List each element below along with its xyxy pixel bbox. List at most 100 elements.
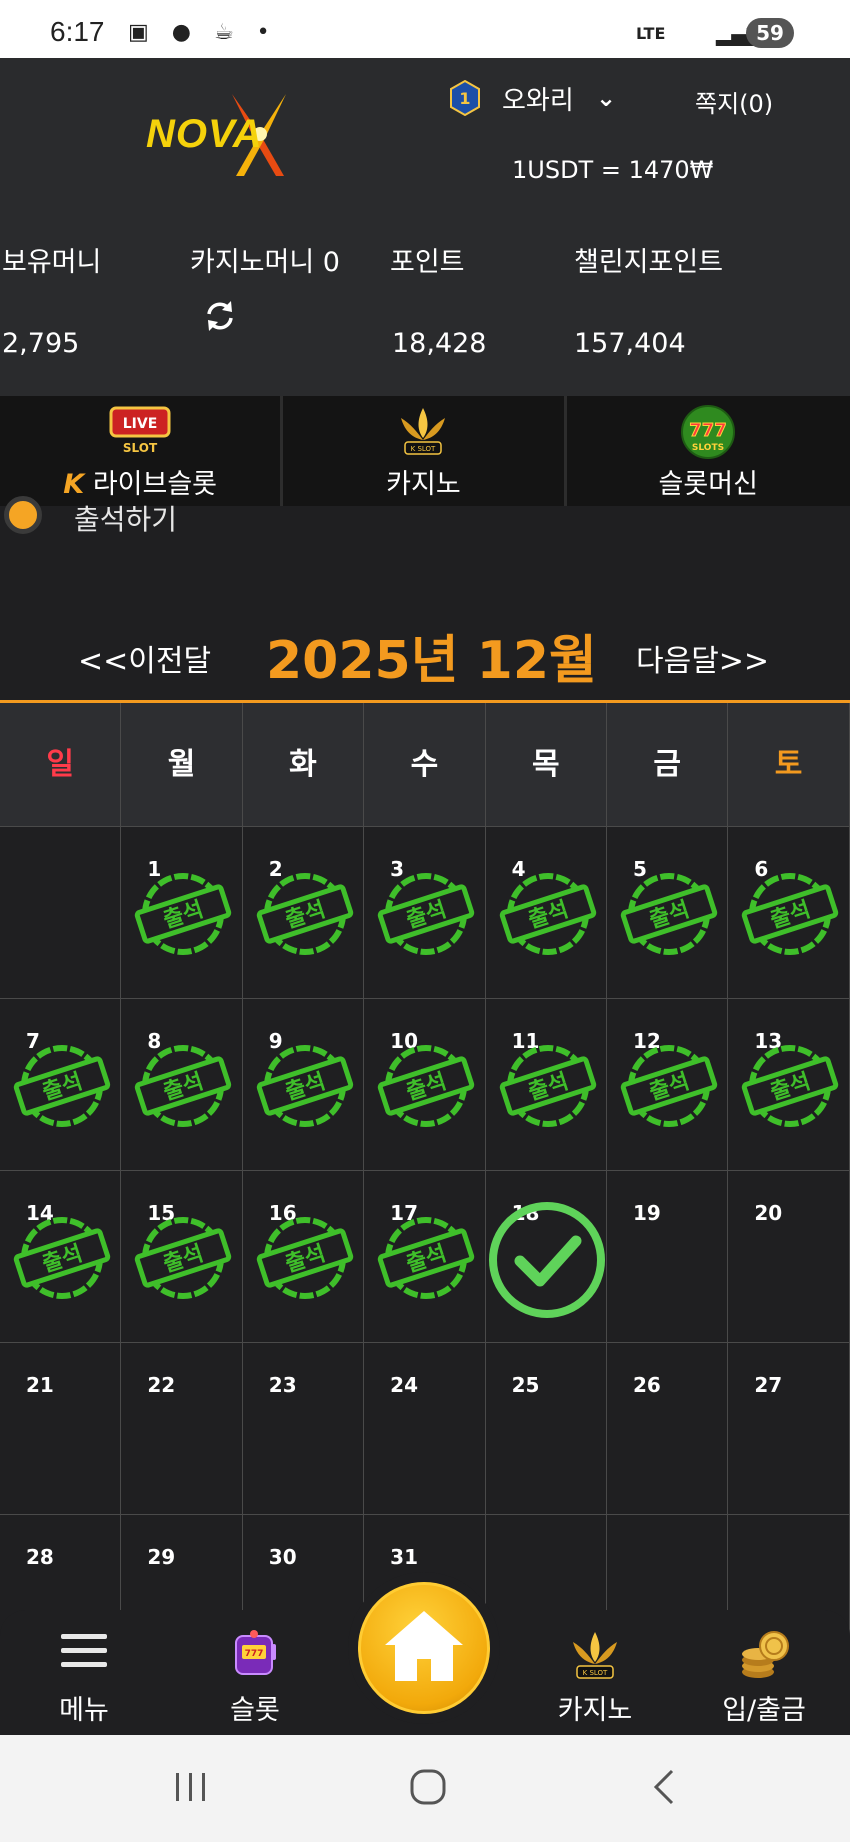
calendar-day-cell[interactable]: 23 (242, 1343, 365, 1515)
challenge-point-label: 챌린지포인트 (574, 247, 724, 278)
calendar-day-cell[interactable]: 21 (0, 1343, 122, 1515)
calendar-day-cell (0, 827, 122, 999)
coins-icon (742, 1631, 789, 1678)
balance-label: 보유머니 (2, 247, 102, 278)
calendar-day-cell[interactable]: 19 (606, 1171, 729, 1343)
day-number: 23 (268, 1373, 297, 1397)
weekday-fri: 금 (606, 703, 729, 827)
home-icon (385, 1611, 463, 1681)
calendar-week: 1 출석 2 출석 3 출석 4 출석 5 출석 6 출석 (0, 827, 850, 999)
tab-live-slot-label: 라이브슬롯 (92, 469, 218, 500)
calendar-day-cell[interactable]: 4 출석 (485, 827, 607, 999)
calendar-day-cell[interactable]: 15 출석 (121, 1171, 243, 1343)
calendar-day-cell[interactable]: 7 출석 (0, 999, 122, 1171)
challenge-point-value: 157,404 (574, 328, 686, 359)
calendar-day-cell[interactable]: 3 출석 (364, 827, 486, 999)
chevron-down-icon[interactable]: ⌄ (596, 84, 616, 112)
calendar-week: 21 22 23 24 25 26 27 (0, 1343, 850, 1515)
attendance-stamp-icon: 출석 (499, 1045, 596, 1127)
attendance-indicator-icon (4, 496, 42, 534)
calendar-day-cell[interactable]: 8 출석 (121, 999, 243, 1171)
attendance-stamp-icon: 출석 (499, 873, 596, 955)
attendance-stamp-icon: 출석 (742, 873, 839, 955)
nova-logo[interactable]: NOVA (146, 90, 321, 180)
next-month-button[interactable]: 다음달>> (636, 636, 769, 680)
day-number: 20 (754, 1201, 783, 1225)
home-nav-icon[interactable] (398, 1765, 458, 1809)
calendar-day-cell[interactable]: 10 출석 (364, 999, 486, 1171)
svg-text:SLOTS: SLOTS (692, 443, 724, 453)
level-badge-icon: 1 (450, 80, 480, 116)
recent-apps-icon[interactable] (160, 1765, 220, 1809)
calendar-day-cell[interactable]: 12 출석 (606, 999, 729, 1171)
weekday-mon: 월 (121, 703, 243, 827)
calendar-day-cell[interactable]: 9 출석 (242, 999, 365, 1171)
nav-menu-label: 메뉴 (59, 1695, 109, 1726)
username[interactable]: 오와리 (502, 80, 574, 117)
back-icon[interactable] (636, 1765, 696, 1809)
calendar-day-cell[interactable]: 2 출석 (242, 827, 365, 999)
calendar-day-cell[interactable]: 18 (485, 1171, 607, 1343)
refresh-icon[interactable] (202, 298, 238, 334)
calendar-day-cell[interactable]: 5 출석 (606, 827, 729, 999)
slot-machine-icon: 777 (235, 1630, 276, 1675)
attendance-stamp-icon: 출석 (135, 1045, 232, 1127)
weekday-sat: 토 (728, 703, 850, 827)
calendar-week: 14 출석 15 출석 16 출석 17 출석 18 19 20 (0, 1171, 850, 1343)
network-indicator: LTE (636, 24, 666, 43)
calendar-day-cell[interactable]: 26 (606, 1343, 729, 1515)
svg-text:SLOT: SLOT (123, 441, 158, 455)
day-number: 21 (26, 1373, 54, 1397)
nav-casino[interactable]: K SLOT 카지노 (525, 1610, 665, 1735)
prev-month-button[interactable]: <<이전달 (78, 636, 211, 680)
weekday-tue: 화 (242, 703, 365, 827)
calendar-day-cell[interactable]: 13 출석 (728, 999, 850, 1171)
attendance-stamp-icon: 출석 (256, 1045, 353, 1127)
attendance-calendar: 일 월 화 수 목 금 토 1 출석 2 출석 3 출석 4 출석 5 출석 6 출석 7 출석 8 출석 9 출… (0, 700, 850, 1687)
calendar-day-cell[interactable]: 16 출석 (242, 1171, 365, 1343)
calendar-day-cell[interactable]: 6 출석 (728, 827, 850, 999)
day-number: 27 (754, 1373, 783, 1397)
attendance-title: 출석하기 (74, 503, 178, 536)
calendar-day-cell[interactable]: 1 출석 (121, 827, 243, 999)
logo-text: NOVA (146, 112, 263, 156)
tab-slot-machine-label: 슬롯머신 (658, 469, 758, 500)
calendar-day-cell[interactable]: 27 (728, 1343, 850, 1515)
calendar-grid: 1 출석 2 출석 3 출석 4 출석 5 출석 6 출석 7 출석 8 출석 9 출석 10 출석 11 출석 12 출석 1… (0, 827, 850, 1687)
nav-slot-label: 슬롯 (230, 1695, 280, 1726)
attendance-stamp-icon: 출석 (620, 1045, 718, 1127)
calendar-day-cell[interactable]: 14 출석 (0, 1171, 122, 1343)
day-number: 25 (511, 1373, 540, 1397)
status-bar: 6:17 ▣ ● ☕ • LTE ▂▄▆ 59 (0, 0, 850, 58)
calendar-day-cell[interactable]: 17 출석 (364, 1171, 486, 1343)
attendance-stamp-icon: 출석 (256, 1217, 353, 1299)
calendar-day-cell[interactable]: 25 (485, 1343, 607, 1515)
messages-link[interactable]: 쪽지(0) (695, 84, 773, 119)
calendar-day-cell[interactable]: 24 (364, 1343, 486, 1515)
attendance-stamp-icon: 출석 (13, 1045, 111, 1127)
home-button[interactable] (358, 1582, 490, 1714)
tab-live-slot[interactable]: LIVE SLOT K 라이브슬롯 (0, 396, 284, 506)
k-logo-icon: K (63, 469, 85, 500)
weekday-thu: 목 (485, 703, 607, 827)
hamburger-icon (61, 1634, 107, 1667)
attendance-stamp-icon: 출석 (377, 1217, 475, 1299)
weekday-sun: 일 (0, 703, 122, 827)
tab-casino[interactable]: K SLOT 카지노 (283, 396, 567, 506)
calendar-day-cell[interactable]: 20 (728, 1171, 850, 1343)
attendance-stamp-icon: 출석 (13, 1217, 111, 1299)
nav-menu[interactable]: 메뉴 (14, 1610, 154, 1735)
nav-slot[interactable]: 777 슬롯 (185, 1610, 325, 1735)
calendar-day-cell[interactable]: 11 출석 (485, 999, 607, 1171)
calendar-day-cell[interactable]: 22 (121, 1343, 243, 1515)
777-slots-icon: 777 SLOTS (681, 405, 736, 459)
live-slot-icon: LIVE SLOT (109, 406, 171, 455)
system-nav-bar (0, 1735, 850, 1842)
point-label: 포인트 (390, 247, 465, 278)
month-title: 2025년 12월 (266, 631, 597, 691)
nav-deposit-withdraw[interactable]: 입/출금 (694, 1610, 834, 1735)
day-number: 29 (147, 1545, 176, 1569)
attendance-stamp-icon: 출석 (135, 873, 232, 955)
tab-slot-machine[interactable]: 777 SLOTS 슬롯머신 (567, 396, 850, 506)
balance-value: 2,795 (2, 328, 80, 359)
